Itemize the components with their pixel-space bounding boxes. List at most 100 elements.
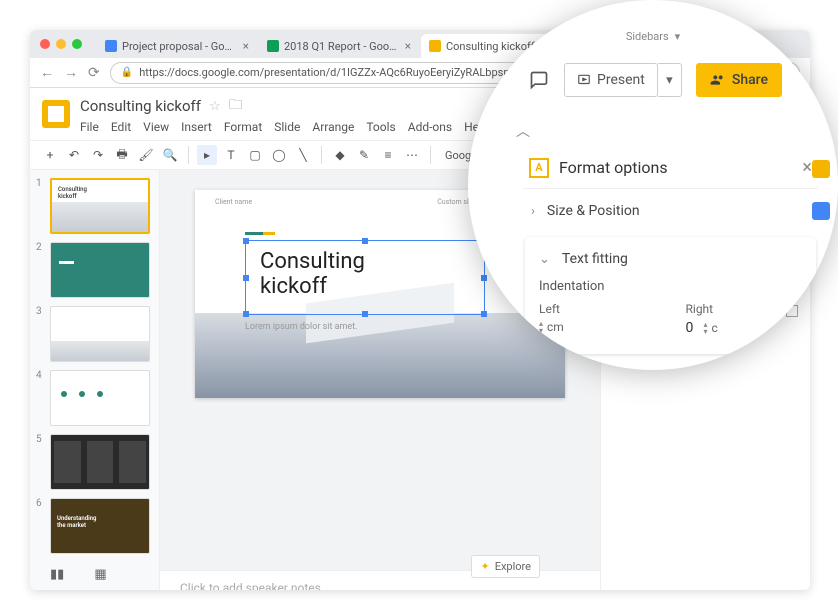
indent-right-value[interactable]: 0 <box>686 320 700 336</box>
resize-handle[interactable] <box>362 311 368 317</box>
image-tool[interactable]: ▢ <box>245 145 265 165</box>
present-label: Present <box>597 72 645 88</box>
comments-icon[interactable] <box>528 69 550 91</box>
textbox-tool[interactable]: T <box>221 145 241 165</box>
thumb-title: Understanding the market <box>57 515 96 529</box>
separator <box>430 146 431 164</box>
paint-format-button[interactable]: 🖌 <box>136 145 156 165</box>
close-tab-icon[interactable]: × <box>243 39 249 53</box>
star-icon[interactable]: ☆ <box>209 99 221 114</box>
share-button[interactable]: Share <box>696 63 782 97</box>
addon-icon[interactable] <box>812 202 830 220</box>
browser-tab-docs[interactable]: Project proposal - Google Doc… × <box>97 34 257 58</box>
slide-thumb-1[interactable]: Consulting kickoff <box>50 178 150 234</box>
slides-icon <box>429 40 441 52</box>
present-dropdown[interactable]: ▾ <box>658 63 682 97</box>
stepper-icon[interactable]: ▴▾ <box>704 321 708 335</box>
document-title[interactable]: Consulting kickoff <box>80 97 201 115</box>
present-button[interactable]: Present <box>564 63 658 97</box>
app-actions: Present ▾ Share <box>468 43 838 109</box>
chevron-down-icon: ⌄ <box>539 252 550 267</box>
lock-icon: 🔒 <box>121 67 133 78</box>
undo-button[interactable]: ↶ <box>64 145 84 165</box>
filmstrip-view-icon[interactable]: ▮▮ <box>50 567 64 582</box>
minimize-window-icon[interactable] <box>56 39 66 49</box>
explore-button[interactable]: ✦ Explore <box>471 555 540 578</box>
close-tab-icon[interactable]: × <box>405 39 411 53</box>
slide-thumb-2[interactable] <box>50 242 150 298</box>
maximize-window-icon[interactable] <box>72 39 82 49</box>
slide-thumb-4[interactable] <box>50 370 150 426</box>
format-options-title: Format options <box>559 158 792 177</box>
chevron-right-icon: › <box>531 204 535 219</box>
stepper-icon[interactable]: ▴▾ <box>539 320 543 334</box>
folder-icon[interactable]: 🗀 <box>229 94 243 118</box>
slide-thumb-5[interactable] <box>50 434 150 490</box>
slide-subtitle[interactable]: Lorem ipsum dolor sit amet. <box>245 322 358 332</box>
border-weight-button[interactable]: ≡ <box>378 145 398 165</box>
resize-handle[interactable] <box>243 311 249 317</box>
browser-tab-sheets[interactable]: 2018 Q1 Report - Google She… × <box>259 34 419 58</box>
label: Sidebars <box>626 30 669 43</box>
collapse-icon[interactable]: ︿ <box>508 121 538 141</box>
border-color-button[interactable]: ✎ <box>354 145 374 165</box>
grid-view-icon[interactable]: ▦ <box>94 567 106 582</box>
menu-insert[interactable]: Insert <box>181 120 212 134</box>
menu-tools[interactable]: Tools <box>366 120 395 134</box>
label: Size & Position <box>547 203 640 219</box>
thumb-number: 3 <box>36 306 46 362</box>
addon-icon[interactable] <box>812 160 830 178</box>
menu-addons[interactable]: Add-ons <box>408 120 452 134</box>
close-icon[interactable]: × <box>802 157 812 178</box>
format-options-icon: A <box>529 158 549 178</box>
print-button[interactable]: 🖶 <box>112 145 132 165</box>
thumb-number: 6 <box>36 498 46 554</box>
thumb-number: 2 <box>36 242 46 298</box>
slide-header-left: Client name <box>215 198 252 206</box>
menu-format[interactable]: Format <box>224 120 262 134</box>
close-window-icon[interactable] <box>40 39 50 49</box>
menu-arrange[interactable]: Arrange <box>312 120 354 134</box>
reload-icon[interactable]: ⟳ <box>88 65 100 81</box>
select-tool[interactable]: ▸ <box>197 145 217 165</box>
right-label: Right <box>686 302 803 316</box>
slide-thumb-6[interactable]: Understanding the market <box>50 498 150 554</box>
menu-file[interactable]: File <box>80 120 99 134</box>
resize-handle[interactable] <box>243 238 249 244</box>
menu-slide[interactable]: Slide <box>274 120 300 134</box>
menu-edit[interactable]: Edit <box>111 120 131 134</box>
menu-view[interactable]: View <box>143 120 169 134</box>
thumb-title: Consulting kickoff <box>58 186 87 200</box>
line-tool[interactable]: ╲ <box>293 145 313 165</box>
text-fitting-header[interactable]: ⌄ Text fitting <box>539 249 802 269</box>
addon-sidebar <box>812 160 830 220</box>
thumb-number: 4 <box>36 370 46 426</box>
window-controls <box>40 39 82 49</box>
slide-title-text[interactable]: Consulting kickoff <box>246 241 484 308</box>
fill-color-button[interactable]: ◆ <box>330 145 350 165</box>
tab-label: Project proposal - Google Doc… <box>122 40 238 53</box>
title-textbox[interactable]: Consulting kickoff <box>245 240 485 315</box>
sheets-icon <box>267 40 279 52</box>
slides-logo-icon[interactable] <box>42 100 70 128</box>
new-slide-button[interactable]: + <box>40 145 60 165</box>
resize-handle[interactable] <box>243 275 249 281</box>
thumb-number: 1 <box>36 178 46 234</box>
resize-handle[interactable] <box>362 238 368 244</box>
filmstrip[interactable]: 1 Consulting kickoff 2 3 4 5 6 Understan… <box>30 170 160 590</box>
thumb-number: 5 <box>36 434 46 490</box>
border-dash-button[interactable]: ⋯ <box>402 145 422 165</box>
separator <box>321 146 322 164</box>
zoom-button[interactable]: 🔍 <box>160 145 180 165</box>
size-position-section[interactable]: › Size & Position <box>523 189 818 233</box>
back-icon[interactable]: ← <box>40 64 54 81</box>
sidebars-dropdown[interactable]: Sidebars ▾ <box>468 30 838 43</box>
slide-thumb-3[interactable] <box>50 306 150 362</box>
shape-tool[interactable]: ◯ <box>269 145 289 165</box>
label: Text fitting <box>562 251 628 267</box>
text-fitting-card: ⌄ Text fitting Indentation Left ▴▾ cm Ri… <box>525 237 816 354</box>
redo-button[interactable]: ↷ <box>88 145 108 165</box>
forward-icon[interactable]: → <box>64 64 78 81</box>
share-label: Share <box>732 72 768 88</box>
magnified-view: Sidebars ▾ Present ▾ Share ︿ A F <box>468 0 838 370</box>
